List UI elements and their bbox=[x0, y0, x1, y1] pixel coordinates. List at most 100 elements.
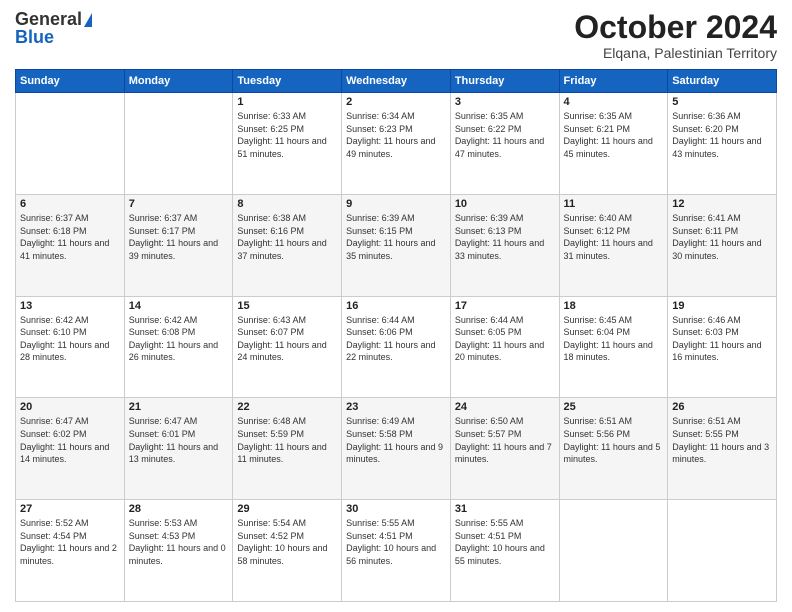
table-row: 13 Sunrise: 6:42 AM Sunset: 6:10 PM Dayli… bbox=[16, 296, 125, 398]
day-number: 11 bbox=[564, 198, 664, 210]
day-number: 27 bbox=[20, 503, 120, 515]
table-row: 14 Sunrise: 6:42 AM Sunset: 6:08 PM Dayli… bbox=[124, 296, 233, 398]
col-saturday: Saturday bbox=[668, 70, 777, 93]
day-number: 1 bbox=[237, 96, 337, 108]
day-number: 25 bbox=[564, 401, 664, 413]
calendar-week-row: 1 Sunrise: 6:33 AM Sunset: 6:25 PM Daylig… bbox=[16, 93, 777, 195]
day-number: 2 bbox=[346, 96, 446, 108]
day-info: Sunrise: 6:40 AM Sunset: 6:12 PM Dayligh… bbox=[564, 212, 664, 262]
table-row: 8 Sunrise: 6:38 AM Sunset: 6:16 PM Daylig… bbox=[233, 194, 342, 296]
day-info: Sunrise: 6:42 AM Sunset: 6:08 PM Dayligh… bbox=[129, 314, 229, 364]
calendar-week-row: 6 Sunrise: 6:37 AM Sunset: 6:18 PM Daylig… bbox=[16, 194, 777, 296]
table-row bbox=[124, 93, 233, 195]
day-number: 30 bbox=[346, 503, 446, 515]
table-row: 1 Sunrise: 6:33 AM Sunset: 6:25 PM Daylig… bbox=[233, 93, 342, 195]
day-info: Sunrise: 5:54 AM Sunset: 4:52 PM Dayligh… bbox=[237, 517, 337, 567]
table-row: 31 Sunrise: 5:55 AM Sunset: 4:51 PM Dayli… bbox=[450, 500, 559, 602]
calendar-table: Sunday Monday Tuesday Wednesday Thursday… bbox=[15, 69, 777, 602]
day-info: Sunrise: 6:36 AM Sunset: 6:20 PM Dayligh… bbox=[672, 110, 772, 160]
day-number: 26 bbox=[672, 401, 772, 413]
day-info: Sunrise: 5:55 AM Sunset: 4:51 PM Dayligh… bbox=[346, 517, 446, 567]
day-number: 14 bbox=[129, 300, 229, 312]
day-number: 16 bbox=[346, 300, 446, 312]
day-number: 5 bbox=[672, 96, 772, 108]
day-info: Sunrise: 6:46 AM Sunset: 6:03 PM Dayligh… bbox=[672, 314, 772, 364]
col-thursday: Thursday bbox=[450, 70, 559, 93]
day-info: Sunrise: 6:38 AM Sunset: 6:16 PM Dayligh… bbox=[237, 212, 337, 262]
table-row bbox=[16, 93, 125, 195]
table-row: 23 Sunrise: 6:49 AM Sunset: 5:58 PM Dayli… bbox=[342, 398, 451, 500]
day-number: 13 bbox=[20, 300, 120, 312]
day-info: Sunrise: 6:34 AM Sunset: 6:23 PM Dayligh… bbox=[346, 110, 446, 160]
day-info: Sunrise: 6:49 AM Sunset: 5:58 PM Dayligh… bbox=[346, 415, 446, 465]
day-number: 23 bbox=[346, 401, 446, 413]
day-info: Sunrise: 6:42 AM Sunset: 6:10 PM Dayligh… bbox=[20, 314, 120, 364]
table-row: 25 Sunrise: 6:51 AM Sunset: 5:56 PM Dayli… bbox=[559, 398, 668, 500]
day-number: 29 bbox=[237, 503, 337, 515]
table-row: 2 Sunrise: 6:34 AM Sunset: 6:23 PM Daylig… bbox=[342, 93, 451, 195]
day-number: 9 bbox=[346, 198, 446, 210]
day-info: Sunrise: 6:51 AM Sunset: 5:56 PM Dayligh… bbox=[564, 415, 664, 465]
table-row: 12Sunrise: 6:41 AM Sunset: 6:11 PM Dayli… bbox=[668, 194, 777, 296]
day-number: 8 bbox=[237, 198, 337, 210]
table-row: 29 Sunrise: 5:54 AM Sunset: 4:52 PM Dayli… bbox=[233, 500, 342, 602]
day-number: 6 bbox=[20, 198, 120, 210]
day-number: 19 bbox=[672, 300, 772, 312]
calendar-title: October 2024 bbox=[574, 10, 777, 45]
day-info: Sunrise: 6:33 AM Sunset: 6:25 PM Dayligh… bbox=[237, 110, 337, 160]
table-row: 16 Sunrise: 6:44 AM Sunset: 6:06 PM Dayli… bbox=[342, 296, 451, 398]
day-number: 31 bbox=[455, 503, 555, 515]
table-row: 28 Sunrise: 5:53 AM Sunset: 4:53 PM Dayli… bbox=[124, 500, 233, 602]
day-info: Sunrise: 6:37 AM Sunset: 6:18 PM Dayligh… bbox=[20, 212, 120, 262]
col-friday: Friday bbox=[559, 70, 668, 93]
day-info: Sunrise: 6:43 AM Sunset: 6:07 PM Dayligh… bbox=[237, 314, 337, 364]
table-row: 30 Sunrise: 5:55 AM Sunset: 4:51 PM Dayli… bbox=[342, 500, 451, 602]
table-row: 15 Sunrise: 6:43 AM Sunset: 6:07 PM Dayli… bbox=[233, 296, 342, 398]
day-info: Sunrise: 6:44 AM Sunset: 6:06 PM Dayligh… bbox=[346, 314, 446, 364]
day-info: Sunrise: 6:35 AM Sunset: 6:22 PM Dayligh… bbox=[455, 110, 555, 160]
table-row: 17 Sunrise: 6:44 AM Sunset: 6:05 PM Dayli… bbox=[450, 296, 559, 398]
day-info: Sunrise: 6:44 AM Sunset: 6:05 PM Dayligh… bbox=[455, 314, 555, 364]
day-number: 18 bbox=[564, 300, 664, 312]
table-row: 6 Sunrise: 6:37 AM Sunset: 6:18 PM Daylig… bbox=[16, 194, 125, 296]
table-row: 19 Sunrise: 6:46 AM Sunset: 6:03 PM Dayli… bbox=[668, 296, 777, 398]
day-number: 4 bbox=[564, 96, 664, 108]
calendar-week-row: 20 Sunrise: 6:47 AM Sunset: 6:02 PM Dayli… bbox=[16, 398, 777, 500]
table-row: 5 Sunrise: 6:36 AM Sunset: 6:20 PM Daylig… bbox=[668, 93, 777, 195]
logo-bottom: Blue bbox=[15, 28, 92, 46]
day-number: 10 bbox=[455, 198, 555, 210]
table-row: 21Sunrise: 6:47 AM Sunset: 6:01 PM Dayli… bbox=[124, 398, 233, 500]
logo-line1: General bbox=[15, 10, 92, 28]
calendar-week-row: 13 Sunrise: 6:42 AM Sunset: 6:10 PM Dayli… bbox=[16, 296, 777, 398]
page: General Blue October 2024 Elqana, Palest… bbox=[0, 0, 792, 612]
table-row bbox=[668, 500, 777, 602]
table-row: 22 Sunrise: 6:48 AM Sunset: 5:59 PM Dayli… bbox=[233, 398, 342, 500]
title-block: October 2024 Elqana, Palestinian Territo… bbox=[574, 10, 777, 61]
day-info: Sunrise: 5:53 AM Sunset: 4:53 PM Dayligh… bbox=[129, 517, 229, 567]
day-number: 28 bbox=[129, 503, 229, 515]
calendar-header-row: Sunday Monday Tuesday Wednesday Thursday… bbox=[16, 70, 777, 93]
day-info: Sunrise: 6:50 AM Sunset: 5:57 PM Dayligh… bbox=[455, 415, 555, 465]
table-row: 18Sunrise: 6:45 AM Sunset: 6:04 PM Dayli… bbox=[559, 296, 668, 398]
day-number: 21 bbox=[129, 401, 229, 413]
table-row: 7Sunrise: 6:37 AM Sunset: 6:17 PM Daylig… bbox=[124, 194, 233, 296]
day-info: Sunrise: 5:55 AM Sunset: 4:51 PM Dayligh… bbox=[455, 517, 555, 567]
day-number: 15 bbox=[237, 300, 337, 312]
col-tuesday: Tuesday bbox=[233, 70, 342, 93]
table-row: 11 Sunrise: 6:40 AM Sunset: 6:12 PM Dayli… bbox=[559, 194, 668, 296]
day-number: 22 bbox=[237, 401, 337, 413]
table-row: 26Sunrise: 6:51 AM Sunset: 5:55 PM Dayli… bbox=[668, 398, 777, 500]
day-number: 12 bbox=[672, 198, 772, 210]
table-row: 4 Sunrise: 6:35 AM Sunset: 6:21 PM Daylig… bbox=[559, 93, 668, 195]
day-info: Sunrise: 6:39 AM Sunset: 6:15 PM Dayligh… bbox=[346, 212, 446, 262]
day-number: 3 bbox=[455, 96, 555, 108]
day-info: Sunrise: 6:48 AM Sunset: 5:59 PM Dayligh… bbox=[237, 415, 337, 465]
day-info: Sunrise: 6:47 AM Sunset: 6:02 PM Dayligh… bbox=[20, 415, 120, 465]
day-info: Sunrise: 6:37 AM Sunset: 6:17 PM Dayligh… bbox=[129, 212, 229, 262]
table-row bbox=[559, 500, 668, 602]
day-info: Sunrise: 6:35 AM Sunset: 6:21 PM Dayligh… bbox=[564, 110, 664, 160]
day-number: 17 bbox=[455, 300, 555, 312]
day-number: 20 bbox=[20, 401, 120, 413]
table-row: 9 Sunrise: 6:39 AM Sunset: 6:15 PM Daylig… bbox=[342, 194, 451, 296]
logo-icon bbox=[84, 13, 92, 27]
